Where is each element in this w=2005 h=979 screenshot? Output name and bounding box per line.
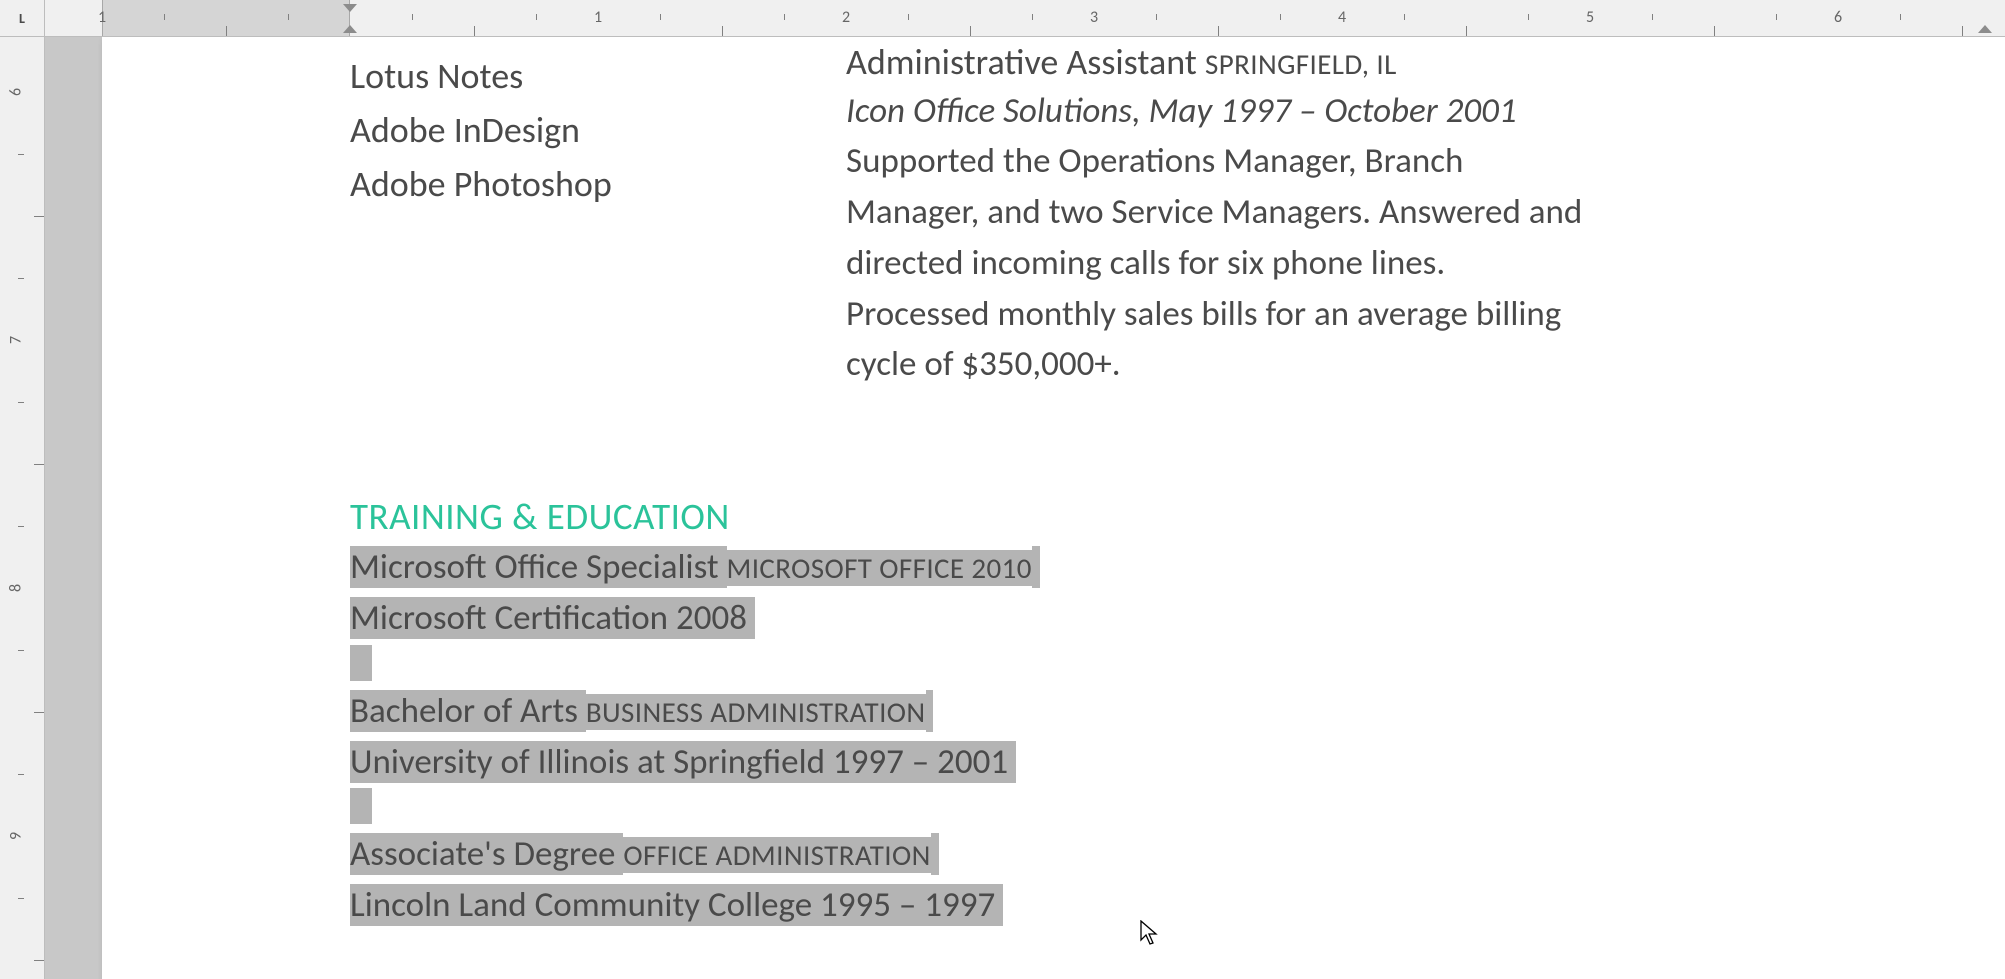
right-indent-marker[interactable] [1978, 25, 1992, 33]
ruler-tick [18, 278, 24, 279]
ruler-tick [1714, 26, 1715, 36]
job-title: Administrative Assistant [846, 40, 1197, 84]
ruler-tick [34, 216, 44, 217]
ruler-tick [18, 154, 24, 155]
ruler-tick [660, 14, 661, 20]
education-item[interactable]: Bachelor of Arts BUSINESS ADMINISTRATION… [350, 687, 1774, 789]
ruler-tick [1280, 14, 1281, 20]
skill-item[interactable]: Adobe InDesign [350, 103, 846, 157]
ruler-number: 2 [842, 8, 850, 27]
ruler-tick [908, 14, 909, 20]
skill-item[interactable]: Lotus Notes [350, 49, 846, 103]
skills-column: Lotus Notes Adobe InDesign Adobe Photosh… [350, 37, 846, 390]
ruler-tick [970, 26, 971, 36]
ruler-number: 9 [7, 831, 26, 839]
ruler-tick [1032, 14, 1033, 20]
ruler-tick [1466, 26, 1467, 36]
ruler-tick [1652, 14, 1653, 20]
skill-item[interactable]: Adobe Photoshop [350, 157, 846, 211]
education-item[interactable]: Microsoft Office Specialist MICROSOFT OF… [350, 543, 1774, 645]
education-heading[interactable]: TRAINING & EDUCATION [350, 494, 1774, 539]
ruler-number: 8 [7, 583, 26, 591]
ruler-tick [1962, 26, 1963, 36]
hanging-indent-marker[interactable] [343, 25, 357, 33]
ruler-number: 4 [1338, 8, 1346, 27]
ruler-tick [164, 14, 165, 20]
ruler-tab-selector[interactable]: L [0, 0, 45, 37]
education-detail: Lincoln Land Community College 1995 – 19… [350, 884, 995, 926]
ruler-tick [18, 402, 24, 403]
education-sub: MICROSOFT OFFICE 2010 [727, 550, 1032, 586]
document-canvas[interactable]: Lotus Notes Adobe InDesign Adobe Photosh… [45, 37, 2005, 979]
ruler-tick [1776, 14, 1777, 20]
vertical-ruler[interactable]: 6 7 8 9 [0, 37, 45, 979]
ruler-tick [18, 526, 24, 527]
education-sub: BUSINESS ADMINISTRATION [586, 694, 926, 730]
ruler-number: 1 [98, 8, 106, 27]
ruler-tick [18, 650, 24, 651]
experience-column: Administrative Assistant SPRINGFIELD, IL… [846, 37, 1774, 390]
education-title: Associate's Degree [350, 833, 615, 875]
education-detail: Microsoft Certification 2008 [350, 597, 747, 639]
job-description[interactable]: Supported the Operations Manager, Branch… [846, 136, 1586, 390]
education-sub: OFFICE ADMINISTRATION [623, 837, 930, 873]
ruler-number: 1 [594, 8, 602, 27]
word-processor-viewport: L 1 1 2 3 4 5 6 6 7 8 9 Lotus Notes Adobe InDesig… [0, 0, 2005, 979]
education-title: Microsoft Office Specialist [350, 546, 719, 588]
horizontal-ruler[interactable]: 1 1 2 3 4 5 6 [45, 0, 2005, 37]
ruler-tick [784, 14, 785, 20]
job-company-line[interactable]: Icon Office Solutions, May 1997 – Octobe… [846, 87, 1774, 136]
ruler-tick [1404, 14, 1405, 20]
ruler-tick [412, 14, 413, 20]
ruler-tick [474, 26, 475, 36]
ruler-tick [1218, 26, 1219, 36]
selection-fragment [350, 645, 372, 681]
education-item[interactable]: Associate's Degree OFFICE ADMINISTRATION… [350, 830, 1774, 932]
ruler-number: 7 [7, 335, 26, 343]
ruler-number: 5 [1586, 8, 1594, 27]
education-title: Bachelor of Arts [350, 690, 578, 732]
ruler-tick [18, 898, 24, 899]
ruler-tick [1528, 14, 1529, 20]
ruler-number: 3 [1090, 8, 1098, 27]
tab-stop-indicator: L [19, 10, 25, 27]
ruler-number: 6 [7, 87, 26, 95]
ruler-tick [34, 712, 44, 713]
first-line-indent-marker[interactable] [343, 4, 357, 12]
ruler-tick [34, 960, 44, 961]
ruler-tick [1900, 14, 1901, 20]
ruler-tick [722, 26, 723, 36]
ruler-tick [536, 14, 537, 20]
ruler-tick [226, 26, 227, 36]
job-title-line[interactable]: Administrative Assistant SPRINGFIELD, IL [846, 37, 1774, 87]
ruler-tick [1156, 14, 1157, 20]
education-detail: University of Illinois at Springfield 19… [350, 741, 1008, 783]
document-page[interactable]: Lotus Notes Adobe InDesign Adobe Photosh… [102, 37, 2005, 979]
selection-fragment [350, 788, 372, 824]
ruler-tick [288, 14, 289, 20]
ruler-tick [18, 774, 24, 775]
job-location: SPRINGFIELD, IL [1205, 46, 1397, 82]
ruler-number: 6 [1834, 8, 1842, 27]
ruler-tick [34, 464, 44, 465]
